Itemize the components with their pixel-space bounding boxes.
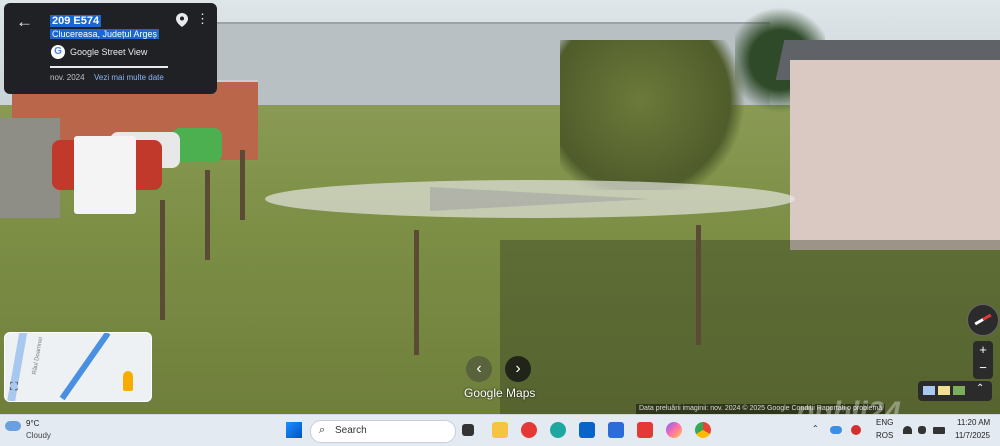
more-dates-link[interactable]: Vezi mai multe date [94, 73, 164, 82]
compass-icon[interactable] [967, 304, 999, 336]
back-arrow-icon[interactable]: ← [16, 12, 33, 32]
clock-time[interactable]: 11:20 AM [957, 418, 990, 427]
wifi-icon[interactable] [903, 426, 912, 434]
layer-thumb-icon[interactable] [953, 386, 965, 395]
search-icon: ⌕ [319, 424, 326, 436]
more-options-icon[interactable]: ⋮ [196, 12, 209, 25]
task-view-icon[interactable] [462, 424, 474, 436]
layer-thumb-icon[interactable] [923, 386, 935, 395]
location-info-card: ← 209 E574 Clucereasa, Județul Argeș ⋮ G… [4, 3, 217, 94]
fence-post [160, 200, 165, 320]
battery-icon[interactable] [933, 427, 945, 434]
taskbar: 9°C Cloudy ⌕ Search ⌃ ENG ROS 11:20 AM 1… [0, 414, 1000, 446]
compass-needle [974, 313, 992, 326]
trees [560, 40, 760, 190]
weather-temperature[interactable]: 9°C [26, 419, 39, 428]
van [74, 136, 136, 214]
capture-date: nov. 2024 [50, 73, 85, 82]
copilot-icon[interactable] [666, 422, 682, 438]
language-indicator[interactable]: ENG [876, 418, 893, 427]
tray-chevron-icon[interactable]: ⌃ [812, 424, 819, 433]
zoom-in-button[interactable]: + [973, 342, 993, 357]
previous-view-button[interactable]: ‹ [466, 356, 492, 382]
store-icon[interactable] [608, 422, 624, 438]
taskbar-search[interactable]: ⌕ Search [310, 420, 456, 443]
street-view-panorama[interactable]: ← 209 E574 Clucereasa, Județul Argeș ⋮ G… [0, 0, 1000, 414]
tray-app-icon[interactable] [851, 425, 861, 435]
watermark: publi24 [796, 396, 902, 414]
language-indicator-sub[interactable]: ROS [876, 431, 893, 440]
google-logo-icon: G [51, 45, 65, 59]
weather-condition[interactable]: Cloudy [26, 431, 51, 440]
pegman-icon [123, 371, 133, 391]
date-slider[interactable] [50, 66, 168, 68]
onedrive-icon[interactable] [830, 426, 842, 434]
cloud-icon[interactable] [5, 421, 21, 431]
address-title: 209 E574 [50, 15, 102, 27]
house-right [790, 60, 1000, 250]
fence-post [240, 150, 245, 220]
map-pin-icon[interactable] [176, 13, 188, 27]
fence-post [414, 230, 419, 355]
shed [0, 118, 60, 218]
zoom-control: + − [973, 341, 993, 379]
next-view-button[interactable]: › [505, 356, 531, 382]
zoom-out-button[interactable]: − [973, 360, 993, 375]
chrome-icon[interactable] [695, 422, 711, 438]
address-subtitle: Clucereasa, Județul Argeș [50, 29, 160, 39]
move-arrow[interactable] [430, 187, 650, 211]
fence-post [696, 225, 701, 345]
google-maps-brand: Google Maps [464, 386, 536, 400]
clock-date[interactable]: 11/7/2025 [955, 431, 990, 440]
outlook-icon[interactable] [579, 422, 595, 438]
opera-icon[interactable] [521, 422, 537, 438]
fence-post [205, 170, 210, 260]
wps-icon[interactable] [637, 422, 653, 438]
street-view-label: Google Street View [70, 47, 148, 57]
minimap[interactable]: Râul Doamnei ⛶ [4, 332, 152, 402]
file-explorer-icon[interactable] [492, 422, 508, 438]
expand-map-icon[interactable]: ⛶ [10, 381, 18, 394]
chevron-up-icon[interactable]: ⌃ [976, 383, 986, 397]
search-placeholder: Search [335, 425, 367, 436]
layer-thumb-icon[interactable] [938, 386, 950, 395]
edge-icon[interactable] [550, 422, 566, 438]
layers-control[interactable]: ⌃ [918, 381, 992, 401]
windows-start-icon[interactable] [286, 422, 302, 438]
volume-icon[interactable] [918, 426, 926, 434]
minimap-road [59, 333, 111, 401]
minimap-road-label: Râul Doamnei [31, 336, 45, 376]
